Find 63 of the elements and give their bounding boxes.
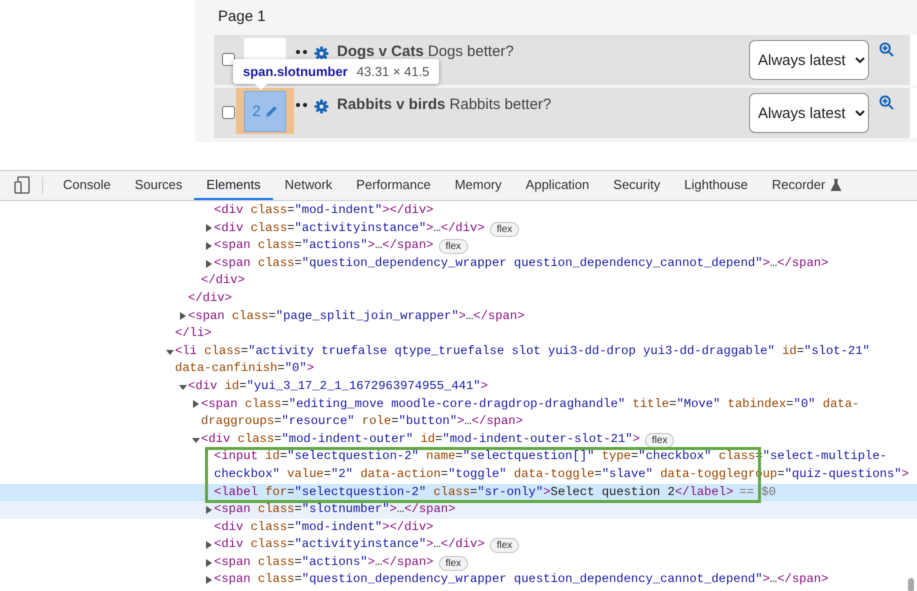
flex-badge[interactable]: flex [644,432,674,448]
devtools-tab[interactable]: Performance [344,171,443,200]
devtools-tab[interactable]: Recorder [760,171,854,200]
flex-badge[interactable]: flex [438,556,468,571]
question-title[interactable]: Rabbits v birds Rabbits better? [337,96,749,113]
code-line[interactable]: <div class="mod-indent"></div> [214,202,434,220]
code-line[interactable]: <div class="mod-indent-outer" id="mod-indent-outer-slot-21"> [201,430,640,448]
code-line[interactable]: <span class="slotnumber">…</span> [214,501,456,519]
flex-badge[interactable]: flex [490,222,520,237]
node-reference: == $0 [739,484,776,500]
code-line[interactable]: <div class="activityinstance">…</div> [214,536,485,554]
code-line[interactable]: <div id="yui_3_17_2_1_1672963974955_441"> [188,378,488,396]
collapsed-triangle-icon[interactable] [205,224,213,232]
code-line[interactable]: <span class="actions">…</span> [214,554,434,572]
code-line[interactable]: </li> [175,325,212,343]
devtools-tab[interactable]: Application [514,171,602,200]
collapsed-triangle-icon[interactable] [192,400,200,408]
zoom-in-icon[interactable] [879,42,894,57]
drag-handle-icon[interactable] [296,50,308,54]
gear-icon[interactable] [314,99,329,114]
flex-badge[interactable]: flex [490,538,520,554]
code-line[interactable]: <span class="question_dependency_wrapper question_dependency_cannot_depend">…</span> [214,571,828,590]
devtools-tab[interactable]: Network [272,171,344,200]
version-select[interactable]: Always latest [749,93,869,133]
devtools-tab[interactable]: Security [601,171,672,200]
code-line[interactable]: <div class="mod-indent"></div> [214,518,434,536]
tooltip-selector: span.slotnumber [243,64,348,79]
code-line[interactable]: <label for="selectquestion-2" class="sr-only">Select question 2</label> [214,484,734,502]
expanded-triangle-icon[interactable] [179,382,187,391]
drag-handle-icon[interactable] [296,103,308,107]
collapsed-triangle-icon[interactable] [205,506,213,514]
device-toolbar-icon[interactable] [14,176,30,194]
collapsed-triangle-icon[interactable] [205,260,213,268]
devtools-tab[interactable]: Elements [194,171,273,200]
page-heading: Page 1 [218,8,266,25]
collapsed-triangle-icon[interactable] [179,312,187,320]
tooltip-size: 43.31 × 41.5 [356,64,430,79]
code-line[interactable]: <li class="activity truefalse qtype_truefalse slot yui3-dd-drop yui3-dd-draggable" id="slot-21" data-canfinish="0"> [175,342,913,378]
scrollbar-thumb[interactable] [908,578,914,591]
expanded-triangle-icon[interactable] [166,348,174,356]
collapsed-triangle-icon[interactable] [205,541,213,550]
expanded-triangle-icon[interactable] [192,436,200,444]
devtools-tab[interactable]: Memory [442,171,514,200]
devtools-tab[interactable]: Lighthouse [672,171,760,200]
question-title[interactable]: Dogs v Cats Dogs better? [337,43,749,60]
code-line[interactable]: </div> [201,272,245,290]
collapsed-triangle-icon[interactable] [205,558,213,567]
code-line[interactable]: </div> [188,290,232,308]
code-line[interactable]: <span class="page_split_join_wrapper">…</span> [188,308,525,326]
code-line[interactable]: <span class="actions">…</span> [214,237,434,255]
code-line[interactable]: <div class="activityinstance">…</div> [214,220,485,238]
flex-badge[interactable]: flex [438,239,468,254]
collapsed-triangle-icon[interactable] [205,242,213,250]
version-select[interactable]: Always latest [749,40,869,80]
slot-number: 2 [252,102,261,120]
code-line[interactable]: <span class="question_dependency_wrapper question_dependency_cannot_depend">…</span> [214,254,828,272]
collapsed-triangle-icon[interactable] [205,576,213,584]
question-checkbox[interactable] [222,53,235,66]
zoom-in-icon[interactable] [879,95,894,110]
devtools-tab[interactable]: Console [51,171,123,200]
code-line[interactable]: <span class="editing_move moodle-core-dragdrop-draghandle" title="Move" tabindex="0" data-draggroups="resource" role="button">…</span> [201,396,913,431]
devtools-tab[interactable]: Sources [122,171,194,200]
question-checkbox[interactable] [222,106,235,119]
